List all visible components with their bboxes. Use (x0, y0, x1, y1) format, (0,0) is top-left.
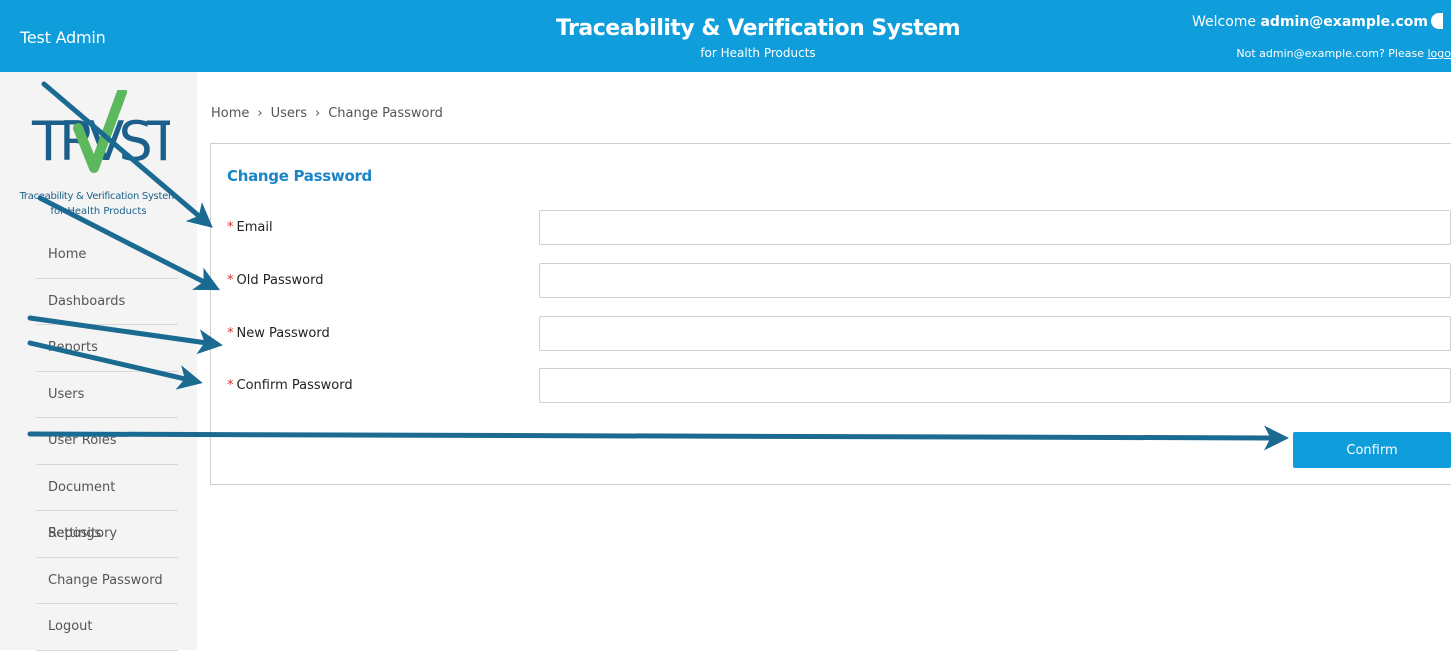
sidebar: TRVST Traceability & Verification System… (0, 72, 197, 650)
email-label-text: Email (237, 220, 273, 235)
sidebar-item-user-roles[interactable]: User Roles (36, 418, 178, 465)
new-password-field[interactable] (539, 316, 1451, 351)
old-password-label: *Old Password (227, 273, 323, 288)
breadcrumb-separator: › (315, 106, 320, 121)
breadcrumb-current: Change Password (328, 106, 443, 121)
confirm-password-field[interactable] (539, 368, 1451, 403)
new-password-label: *New Password (227, 326, 330, 341)
welcome-message: Welcome admin@example.com (1192, 13, 1443, 30)
user-avatar-icon[interactable] (1431, 13, 1443, 29)
logo-tagline-1: Traceability & Verification System (0, 191, 197, 202)
app-subtitle: for Health Products (0, 46, 1451, 60)
sidebar-item-logout[interactable]: Logout (36, 604, 178, 651)
welcome-email: admin@example.com (1260, 14, 1428, 30)
change-password-panel: Change Password *Email *Old Password *Ne… (210, 143, 1451, 485)
sidebar-item-document-repository[interactable]: Document Repository (36, 465, 178, 512)
breadcrumb: Home › Users › Change Password (211, 106, 443, 121)
breadcrumb-users[interactable]: Users (271, 106, 307, 121)
welcome-prefix: Welcome (1192, 14, 1256, 30)
required-marker: * (227, 326, 234, 341)
required-marker: * (227, 273, 234, 288)
sidebar-item-users[interactable]: Users (36, 372, 178, 419)
not-user-text: Not admin@example.com? Please (1236, 47, 1424, 60)
confirm-button[interactable]: Confirm (1293, 432, 1451, 468)
required-marker: * (227, 378, 234, 393)
new-password-label-text: New Password (237, 326, 330, 341)
sidebar-item-reports[interactable]: Reports (36, 325, 178, 372)
sidebar-item-home[interactable]: Home (36, 232, 178, 279)
trvst-logo: TRVST Traceability & Verification System… (0, 90, 197, 210)
logo-tagline-2: for Health Products (0, 206, 197, 217)
old-password-field[interactable] (539, 263, 1451, 298)
confirm-password-label: *Confirm Password (227, 378, 353, 393)
confirm-password-label-text: Confirm Password (237, 378, 353, 393)
not-user-message: Not admin@example.com? Please logo (1236, 47, 1451, 60)
trvst-logo-icon: TRVST (30, 90, 170, 190)
email-label: *Email (227, 220, 273, 235)
sidebar-item-change-password[interactable]: Change Password (36, 558, 178, 605)
required-marker: * (227, 220, 234, 235)
sidebar-item-dashboards[interactable]: Dashboards (36, 279, 178, 326)
breadcrumb-home[interactable]: Home (211, 106, 249, 121)
breadcrumb-separator: › (257, 106, 262, 121)
email-field[interactable] (539, 210, 1451, 245)
panel-title: Change Password (227, 167, 372, 185)
top-header-bar: Test Admin Traceability & Verification S… (0, 0, 1451, 72)
sidebar-nav: Home Dashboards Reports Users User Roles… (36, 232, 178, 651)
logout-link[interactable]: logo (1428, 47, 1451, 60)
old-password-label-text: Old Password (237, 273, 324, 288)
